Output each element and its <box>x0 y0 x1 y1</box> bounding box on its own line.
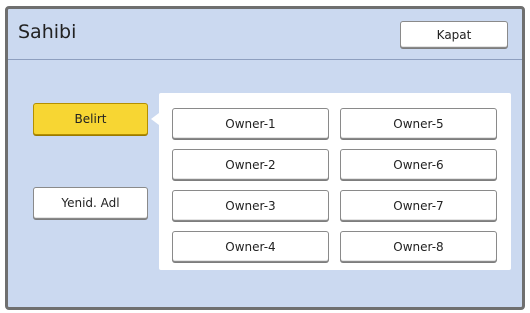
dialog-title: Sahibi <box>18 21 77 43</box>
owner-button-8[interactable]: Owner-8 <box>340 231 497 262</box>
owner-button-4[interactable]: Owner-4 <box>172 231 329 262</box>
close-button[interactable]: Kapat <box>400 21 508 48</box>
selection-pointer <box>151 113 159 125</box>
owner-button-2[interactable]: Owner-2 <box>172 149 329 180</box>
owner-button-1[interactable]: Owner-1 <box>172 108 329 139</box>
specify-button[interactable]: Belirt <box>33 103 148 135</box>
owner-button-5[interactable]: Owner-5 <box>340 108 497 139</box>
owner-list: Owner-1 Owner-2 Owner-3 Owner-4 Owner-5 … <box>159 93 511 270</box>
rename-button[interactable]: Yenid. Adl <box>33 187 148 219</box>
owner-button-3[interactable]: Owner-3 <box>172 190 329 221</box>
owner-dialog: Sahibi Kapat Belirt Yenid. Adl Owner-1 O… <box>5 6 525 310</box>
owner-button-6[interactable]: Owner-6 <box>340 149 497 180</box>
owner-button-7[interactable]: Owner-7 <box>340 190 497 221</box>
dialog-header: Sahibi Kapat <box>8 9 522 60</box>
